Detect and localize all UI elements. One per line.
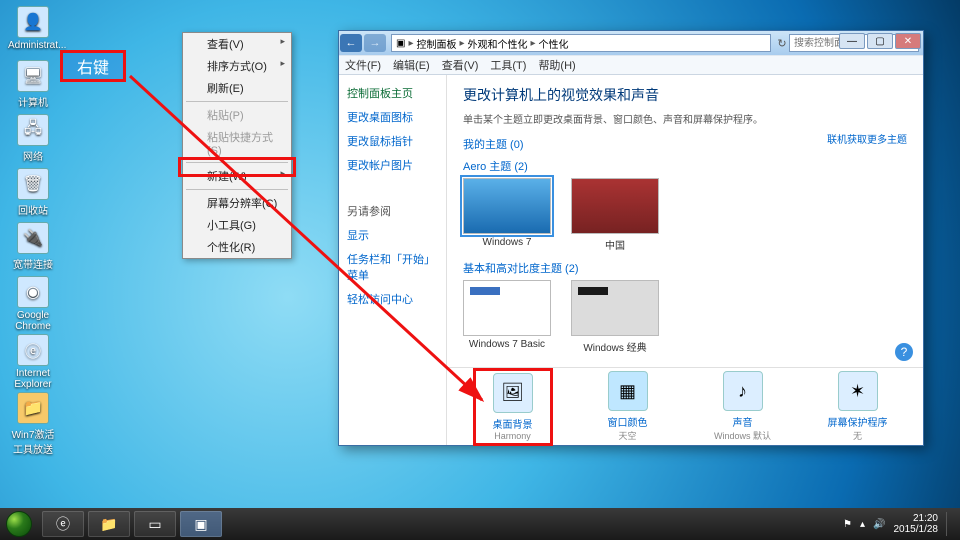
windows-orb-icon <box>6 511 32 537</box>
theme-china[interactable]: 中国 <box>571 178 659 252</box>
window-color-button[interactable]: ▦ 窗口颜色 天空 <box>588 371 668 442</box>
desktop-icon-computer[interactable]: 🖥计算机 <box>8 60 58 109</box>
sidebar-display[interactable]: 显示 <box>347 227 438 243</box>
separator <box>186 189 288 190</box>
show-desktop-button[interactable] <box>946 512 954 536</box>
screensaver-button[interactable]: ✶ 屏幕保护程序 无 <box>818 371 898 442</box>
taskbar-explorer[interactable]: 📁 <box>88 511 130 537</box>
page-title: 更改计算机上的视觉效果和声音 <box>463 85 907 105</box>
taskbar: ⓔ 📁 ▭ ▣ ⚑ ▴ 🔊 21:20 2015/1/28 <box>0 508 960 540</box>
desktop-icon-network[interactable]: 🖧网络 <box>8 114 58 163</box>
cat-aero[interactable]: Aero 主题 (2) <box>463 158 907 174</box>
taskbar-media[interactable]: ▭ <box>134 511 176 537</box>
sidebar-change-icons[interactable]: 更改桌面图标 <box>347 109 438 125</box>
connection-icon: 🔌 <box>17 222 49 254</box>
sidebar: 控制面板主页 更改桌面图标 更改鼠标指针 更改帐户图片 另请参阅 显示 任务栏和… <box>339 75 447 445</box>
titlebar: ← → ▣ ▸控制面板 ▸外观和个性化 ▸个性化 ↻ <box>339 31 923 55</box>
clock[interactable]: 21:20 2015/1/28 <box>894 513 939 535</box>
link-more-themes[interactable]: 联机获取更多主题 <box>827 131 907 146</box>
sound-button[interactable]: ♪ 声音 Windows 默认 <box>703 371 783 442</box>
tray-up-icon[interactable]: ▴ <box>860 519 865 530</box>
sidebar-home[interactable]: 控制面板主页 <box>347 85 438 101</box>
separator <box>186 101 288 102</box>
menubar: 文件(F) 编辑(E) 查看(V) 工具(T) 帮助(H) <box>339 55 923 75</box>
context-menu: 查看(V) 排序方式(O) 刷新(E) 粘贴(P) 粘贴快捷方式(S) 新建(W… <box>182 32 292 259</box>
page-subtitle: 单击某个主题立即更改桌面背景、窗口颜色、声音和屏幕保护程序。 <box>463 111 907 126</box>
desktop-icon-folder[interactable]: 📁Win7激活工具放送 <box>8 392 58 456</box>
menu-view[interactable]: 查看(V) <box>442 57 479 73</box>
ctx-view[interactable]: 查看(V) <box>183 33 291 55</box>
ctx-sort[interactable]: 排序方式(O) <box>183 55 291 77</box>
user-icon: 👤 <box>17 6 49 38</box>
desktop-icon-chrome[interactable]: ◉Google Chrome <box>8 276 58 332</box>
sidebar-change-picture[interactable]: 更改帐户图片 <box>347 157 438 173</box>
menu-edit[interactable]: 编辑(E) <box>393 57 430 73</box>
system-tray: ⚑ ▴ 🔊 21:20 2015/1/28 <box>843 512 960 536</box>
ctx-paste: 粘贴(P) <box>183 104 291 126</box>
start-button[interactable] <box>0 508 38 540</box>
ie-icon: ⓔ <box>17 334 49 366</box>
nav-back-button[interactable]: ← <box>340 34 362 52</box>
ctx-personalize[interactable]: 个性化(R) <box>183 236 291 258</box>
minimize-button[interactable]: — <box>839 33 865 49</box>
nav-forward-button[interactable]: → <box>364 34 386 52</box>
sidebar-ease[interactable]: 轻松访问中心 <box>347 291 438 307</box>
theme-thumb <box>571 280 659 336</box>
annotation-personalize-highlight <box>178 157 296 177</box>
screensaver-icon: ✶ <box>838 371 878 411</box>
help-icon[interactable]: ? <box>895 343 913 361</box>
computer-icon: 🖥 <box>17 60 49 92</box>
personalization-window: — ▢ ✕ ← → ▣ ▸控制面板 ▸外观和个性化 ▸个性化 ↻ 文件(F) 编… <box>338 30 924 446</box>
ctx-paste-shortcut: 粘贴快捷方式(S) <box>183 126 291 160</box>
desktop-icon-administrator[interactable]: 👤Administrat... <box>8 6 58 51</box>
theme-thumb <box>463 178 551 234</box>
desktop-icon-broadband[interactable]: 🔌宽带连接 <box>8 222 58 271</box>
recycle-icon: 🗑 <box>17 168 49 200</box>
wallpaper-icon: 🖼 <box>493 373 533 413</box>
theme-windows7[interactable]: Windows 7 <box>463 178 551 252</box>
folder-icon: 📁 <box>17 392 49 424</box>
refresh-icon[interactable]: ↻ <box>775 37 789 50</box>
tray-flag-icon[interactable]: ⚑ <box>843 519 852 530</box>
control-panel-icon: ▣ <box>396 38 405 49</box>
theme-thumb <box>463 280 551 336</box>
cat-basic[interactable]: 基本和高对比度主题 (2) <box>463 260 907 276</box>
sidebar-see-also: 另请参阅 <box>347 203 438 219</box>
tray-sound-icon[interactable]: 🔊 <box>873 519 885 530</box>
desktop-icon-recycle[interactable]: 🗑回收站 <box>8 168 58 217</box>
ctx-resolution[interactable]: 屏幕分辨率(C) <box>183 192 291 214</box>
sidebar-taskbar[interactable]: 任务栏和「开始」菜单 <box>347 251 438 283</box>
menu-file[interactable]: 文件(F) <box>345 57 381 73</box>
menu-tools[interactable]: 工具(T) <box>490 57 526 73</box>
annotation-right-click: 右键 <box>60 50 126 82</box>
desktop-background-button[interactable]: 🖼 桌面背景 Harmony <box>473 368 553 446</box>
breadcrumb[interactable]: ▣ ▸控制面板 ▸外观和个性化 ▸个性化 <box>391 34 771 52</box>
window-controls: — ▢ ✕ <box>837 33 921 51</box>
close-button[interactable]: ✕ <box>895 33 921 49</box>
sound-icon: ♪ <box>723 371 763 411</box>
theme-classic[interactable]: Windows 经典 <box>571 280 659 354</box>
desktop-icon-ie[interactable]: ⓔInternet Explorer <box>8 334 58 390</box>
ctx-gadgets[interactable]: 小工具(G) <box>183 214 291 236</box>
maximize-button[interactable]: ▢ <box>867 33 893 49</box>
sidebar-change-pointers[interactable]: 更改鼠标指针 <box>347 133 438 149</box>
taskbar-ie[interactable]: ⓔ <box>42 511 84 537</box>
chrome-icon: ◉ <box>17 276 49 308</box>
taskbar-app[interactable]: ▣ <box>180 511 222 537</box>
ctx-refresh[interactable]: 刷新(E) <box>183 77 291 99</box>
color-icon: ▦ <box>608 371 648 411</box>
network-icon: 🖧 <box>17 114 49 146</box>
theme-thumb <box>571 178 659 234</box>
bottom-bar: 🖼 桌面背景 Harmony ▦ 窗口颜色 天空 ♪ 声音 Windows 默认… <box>447 367 923 445</box>
theme-basic[interactable]: Windows 7 Basic <box>463 280 551 354</box>
menu-help[interactable]: 帮助(H) <box>538 57 575 73</box>
